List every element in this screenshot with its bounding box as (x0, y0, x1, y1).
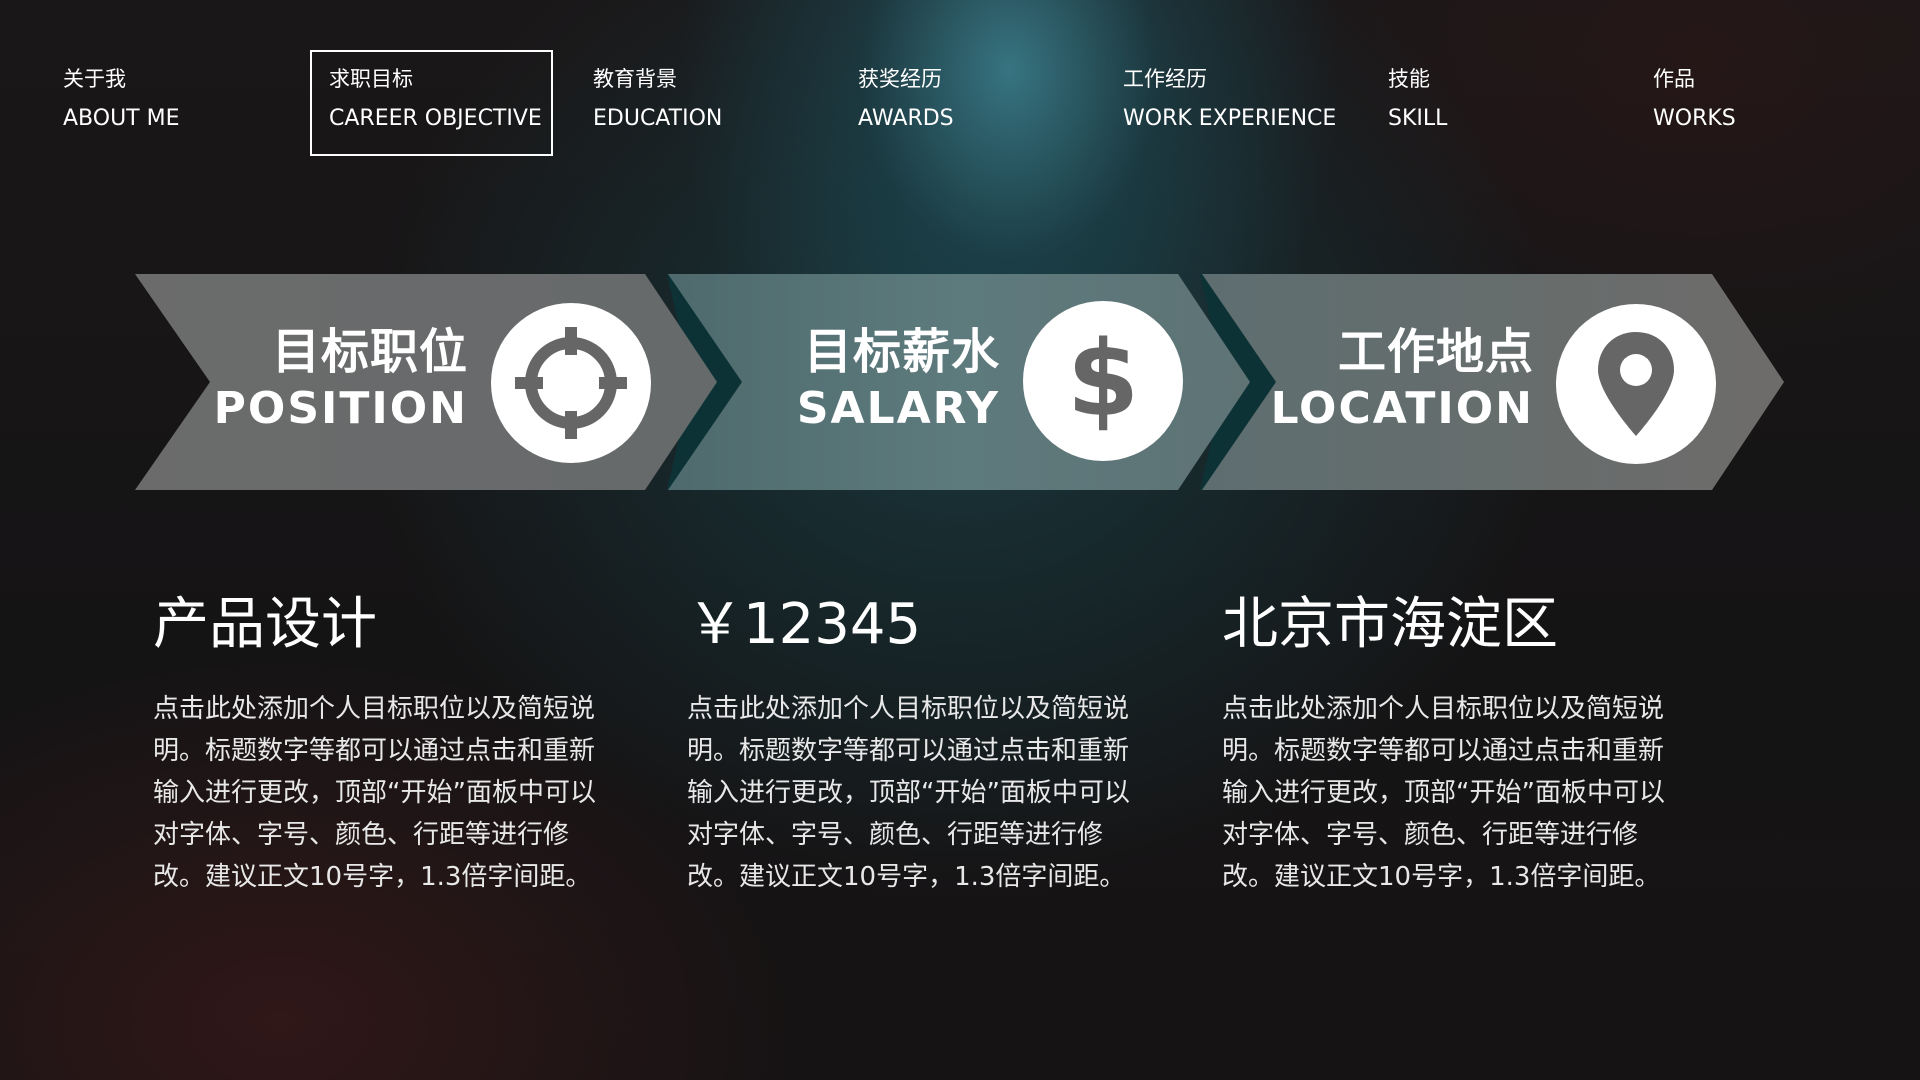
position-description: 点击此处添加个人目标职位以及简短说明。标题数字等都可以通过点击和重新输入进行更改… (153, 694, 596, 892)
salary-description: 点击此处添加个人目标职位以及简短说明。标题数字等都可以通过点击和重新输入进行更改… (687, 694, 1130, 892)
nav-item-cn-label: 作品 (1653, 67, 1695, 91)
nav-item-cn-label: 求职目标 (329, 67, 413, 91)
nav-item-en-label: CAREER OBJECTIVE (329, 106, 542, 131)
position-value: 产品设计 (153, 592, 377, 657)
salary-detail: ￥12345 点击此处添加个人目标职位以及简短说明。标题数字等都可以通过点击和重… (687, 590, 1147, 898)
location-badge (1556, 304, 1716, 464)
location-heading-cn: 工作地点 (1337, 324, 1534, 380)
nav-item-en-label: ABOUT ME (63, 106, 180, 131)
salary-value: ￥12345 (687, 592, 922, 657)
nav-item-about-me[interactable]: 关于我 ABOUT ME (63, 50, 263, 156)
location-description: 点击此处添加个人目标职位以及简短说明。标题数字等都可以通过点击和重新输入进行更改… (1222, 694, 1665, 892)
nav-item-cn-label: 教育背景 (593, 67, 677, 91)
nav-item-education[interactable]: 教育背景 EDUCATION (593, 50, 813, 156)
nav-item-work-experience[interactable]: 工作经历 WORK EXPERIENCE (1123, 50, 1353, 156)
position-badge (491, 303, 651, 463)
nav-item-awards[interactable]: 获奖经历 AWARDS (858, 50, 1058, 156)
crosshair-icon (515, 327, 627, 439)
nav-item-en-label: EDUCATION (593, 106, 723, 131)
map-pin-icon (1598, 332, 1674, 436)
nav-item-en-label: WORKS (1653, 106, 1736, 131)
svg-text:$: $ (1067, 318, 1139, 440)
nav-item-cn-label: 技能 (1388, 67, 1430, 91)
salary-heading-cn: 目标薪水 (803, 324, 1000, 380)
objective-chevron-band: 目标职位 POSITION 目标薪水 SALARY $ 工作地点 LOCATIO… (0, 270, 1920, 500)
nav-item-works[interactable]: 作品 WORKS (1653, 50, 1833, 156)
nav-item-career-objective[interactable]: 求职目标 CAREER OBJECTIVE (310, 50, 553, 156)
location-heading-en: LOCATION (1270, 383, 1534, 434)
location-heading: 工作地点 LOCATION (1246, 324, 1534, 436)
position-heading-cn: 目标职位 (271, 324, 468, 380)
nav-item-cn-label: 获奖经历 (858, 67, 942, 91)
position-detail: 产品设计 点击此处添加个人目标职位以及简短说明。标题数字等都可以通过点击和重新输… (153, 590, 613, 898)
nav-item-en-label: WORK EXPERIENCE (1123, 106, 1337, 131)
location-detail: 北京市海淀区 点击此处添加个人目标职位以及简短说明。标题数字等都可以通过点击和重… (1222, 590, 1682, 898)
salary-heading-en: SALARY (796, 383, 1000, 434)
resume-slide: 关于我 ABOUT ME 求职目标 CAREER OBJECTIVE 教育背景 … (0, 0, 1920, 1080)
nav-item-skill[interactable]: 技能 SKILL (1388, 50, 1568, 156)
nav-item-cn-label: 关于我 (63, 67, 126, 91)
nav-item-cn-label: 工作经历 (1123, 67, 1207, 91)
salary-heading: 目标薪水 SALARY (712, 324, 1000, 436)
location-value: 北京市海淀区 (1222, 592, 1558, 657)
dollar-icon: $ (1067, 318, 1139, 440)
salary-badge: $ (1023, 301, 1183, 461)
position-heading: 目标职位 POSITION (180, 324, 468, 436)
nav-item-en-label: SKILL (1388, 106, 1448, 131)
nav-item-en-label: AWARDS (858, 106, 954, 131)
top-nav: 关于我 ABOUT ME 求职目标 CAREER OBJECTIVE 教育背景 … (0, 0, 1920, 180)
position-heading-en: POSITION (213, 383, 468, 434)
